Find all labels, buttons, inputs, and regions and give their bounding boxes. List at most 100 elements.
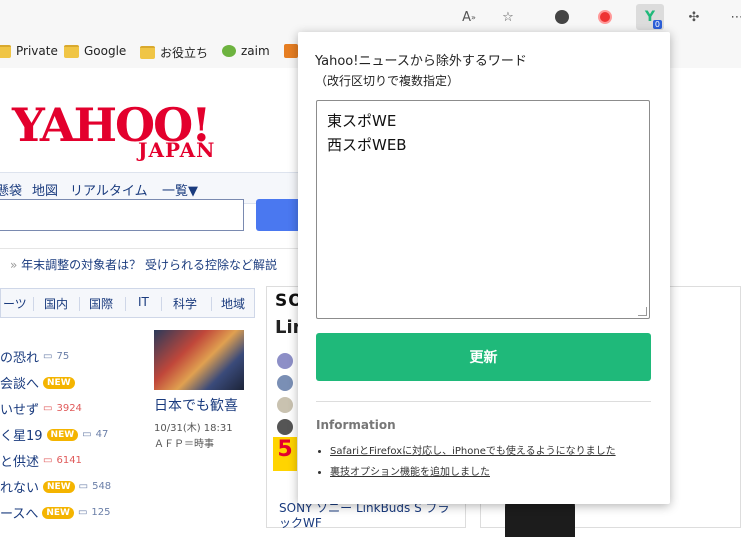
- more-menu-icon[interactable]: ⋯: [726, 6, 741, 28]
- extensions-puzzle-icon[interactable]: ✣: [683, 6, 705, 28]
- info-item[interactable]: SafariとFirefoxに対応し、iPhoneでも使えるようになりました: [330, 442, 650, 457]
- yahoo-filter-extension-icon[interactable]: Y 0: [636, 4, 664, 30]
- new-badge: NEW: [46, 428, 79, 441]
- coins-icon: [222, 45, 236, 57]
- news-headline: れない: [0, 481, 40, 496]
- tab-it[interactable]: IT: [138, 295, 149, 309]
- photo-timestamp: 10/31(木) 18:31: [154, 423, 233, 434]
- bookmark-extra[interactable]: [284, 44, 298, 58]
- divider: [316, 401, 651, 402]
- news-item[interactable]: の恐れ ▭ 75: [0, 347, 69, 366]
- comment-count: 47: [95, 429, 109, 440]
- earbud-image: [277, 397, 293, 413]
- tab-sports[interactable]: ーツ: [3, 295, 27, 312]
- comment-icon: ▭: [78, 481, 89, 492]
- comment-count: 3924: [56, 403, 82, 414]
- popup-title: Yahoo!ニュースから除外するワード: [315, 54, 527, 69]
- exclude-words-textarea[interactable]: 東スポWE 西スポWEB: [316, 100, 650, 319]
- news-item[interactable]: いせず ▭ 3924: [0, 399, 82, 418]
- news-photo[interactable]: [154, 330, 244, 390]
- info-link[interactable]: SafariとFirefoxに対応し、iPhoneでも使えるようになりました: [330, 442, 616, 457]
- textarea-value: 東スポWE 西スポWEB: [327, 112, 407, 154]
- extension-circle-icon[interactable]: [551, 6, 573, 28]
- browser-toolbar: A» ☆ Y 0 ✣ ⋯: [0, 0, 741, 36]
- news-ticker[interactable]: » 年末調整の対象者は？ 受けられる控除など解説: [10, 256, 277, 273]
- extension-record-icon[interactable]: [594, 6, 616, 28]
- news-item[interactable]: と供述 ▭ 6141: [0, 451, 82, 470]
- news-item[interactable]: 会談へ NEW: [0, 373, 75, 392]
- favorite-star-icon[interactable]: ☆: [497, 6, 519, 28]
- comment-icon: ▭: [82, 429, 92, 440]
- tab-divider: [125, 297, 126, 311]
- nav-link-list[interactable]: 一覧▼: [162, 180, 198, 199]
- info-heading: Information: [316, 418, 396, 432]
- yahoo-logo-japan: JAPAN: [138, 138, 216, 162]
- bookmark-zaim[interactable]: zaim: [222, 44, 270, 58]
- comment-count: 548: [92, 481, 112, 492]
- tab-local[interactable]: 地域: [221, 295, 245, 312]
- yahoo-search-button[interactable]: [256, 199, 300, 231]
- news-headline: 会談へ: [0, 377, 40, 392]
- chevron-right-icon: »: [10, 258, 18, 272]
- update-button[interactable]: 更新: [316, 333, 651, 381]
- info-list: SafariとFirefoxに対応し、iPhoneでも使えるようになりました 裏…: [316, 442, 650, 484]
- comment-count: 125: [91, 507, 111, 518]
- comment-icon: ▭: [43, 351, 53, 362]
- tab-divider: [211, 297, 212, 311]
- info-item[interactable]: 裏技オプション機能を追加しました: [330, 463, 650, 478]
- ticker-text: 年末調整の対象者は？ 受けられる控除など解説: [21, 258, 277, 272]
- extension-popup: Yahoo!ニュースから除外するワード （改行区切りで複数指定） 東スポWE 西…: [298, 32, 670, 504]
- earbud-image: [277, 353, 293, 369]
- folder-icon: [140, 46, 155, 59]
- extension-badge: 0: [652, 20, 662, 29]
- tab-divider: [33, 297, 34, 311]
- bookmark-useful[interactable]: お役立ち: [140, 44, 208, 61]
- tab-divider: [161, 297, 162, 311]
- earbud-image: [277, 375, 293, 391]
- bookmark-label: Private: [16, 44, 58, 58]
- bookmark-private[interactable]: Private: [0, 44, 58, 58]
- resize-handle-icon[interactable]: [638, 307, 647, 316]
- new-badge: NEW: [43, 376, 75, 389]
- new-badge: NEW: [43, 480, 75, 493]
- tab-domestic[interactable]: 国内: [44, 295, 68, 312]
- ad-title[interactable]: SONY ソニー LinkBuds S ブラ ックWF: [279, 501, 450, 531]
- category-tabs: ーツ 国内 国際 IT 科学 地域: [0, 288, 255, 318]
- new-badge: NEW: [42, 506, 74, 519]
- news-item[interactable]: く星19 NEW ▭ 47: [0, 425, 108, 444]
- nav-link-realtime[interactable]: リアルタイム: [70, 180, 148, 199]
- comment-count: 6141: [56, 455, 82, 466]
- info-link[interactable]: 裏技オプション機能を追加しました: [330, 463, 490, 478]
- bookmark-google[interactable]: Google: [64, 44, 126, 58]
- news-item[interactable]: ースへ NEW ▭ 125: [0, 503, 111, 522]
- tab-world[interactable]: 国際: [89, 295, 113, 312]
- bookmark-label: zaim: [241, 44, 270, 58]
- tab-science[interactable]: 科学: [173, 295, 197, 312]
- ad-sale-badge: 5: [273, 437, 297, 471]
- news-headline: く星19: [0, 429, 43, 444]
- nav-link-map[interactable]: 地図: [32, 180, 58, 199]
- photo-caption[interactable]: 日本でも歓喜: [154, 395, 238, 415]
- news-headline: と供述: [0, 455, 40, 470]
- folder-icon: [64, 44, 79, 58]
- popup-subtitle: （改行区切りで複数指定）: [315, 74, 460, 88]
- bookmark-favicon-icon: [284, 44, 298, 58]
- comment-icon: ▭: [43, 455, 53, 466]
- comment-icon: ▭: [77, 507, 88, 518]
- news-item[interactable]: れない NEW ▭ 548: [0, 477, 111, 496]
- comment-icon: ▭: [43, 403, 53, 414]
- tab-divider: [79, 297, 80, 311]
- nav-link[interactable]: 懸袋: [0, 180, 22, 199]
- news-headline: の恐れ: [0, 351, 40, 366]
- bookmark-label: お役立ち: [160, 46, 209, 60]
- yahoo-search-input[interactable]: [0, 199, 244, 231]
- comment-count: 75: [56, 351, 70, 362]
- photo-source: ＡＦＰ＝時事: [154, 439, 214, 450]
- divider: [0, 248, 300, 249]
- read-aloud-icon[interactable]: A»: [458, 6, 480, 28]
- bookmark-label: Google: [84, 44, 127, 58]
- earbud-image: [277, 419, 293, 435]
- news-headline: いせず: [0, 403, 40, 418]
- news-headline: ースへ: [0, 507, 39, 522]
- folder-icon: [0, 44, 11, 58]
